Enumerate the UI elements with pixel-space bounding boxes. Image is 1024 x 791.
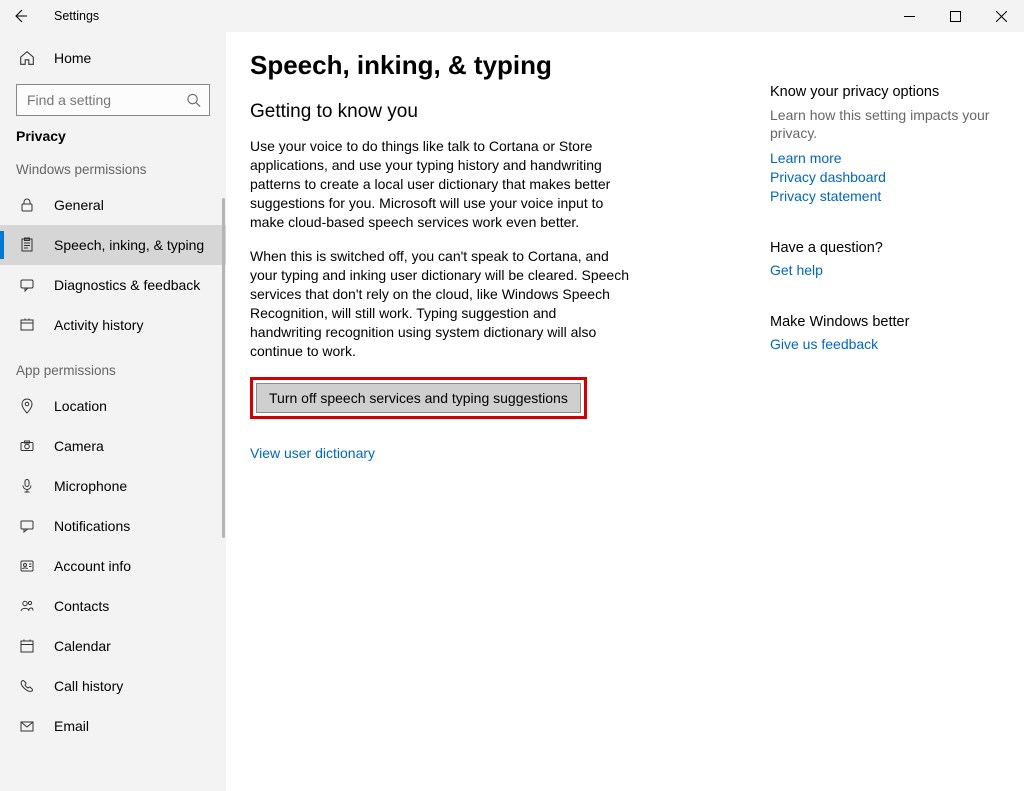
search-input[interactable]: [25, 91, 179, 109]
privacy-dashboard-link[interactable]: Privacy dashboard: [770, 169, 1000, 185]
sidebar-item-label: Diagnostics & feedback: [54, 277, 200, 293]
account-icon: [16, 558, 38, 574]
sidebar-item-label: General: [54, 197, 104, 213]
privacy-statement-link[interactable]: Privacy statement: [770, 188, 1000, 204]
sidebar-item-activity-history[interactable]: Activity history: [0, 305, 226, 345]
sidebar-item-email[interactable]: Email: [0, 706, 226, 746]
calendar-icon: [16, 638, 38, 654]
sidebar-item-speech-inking-typing[interactable]: Speech, inking, & typing: [0, 225, 226, 265]
back-button[interactable]: [4, 0, 36, 32]
aside-desc: Learn how this setting impacts your priv…: [770, 106, 1000, 142]
aside-privacy-options: Know your privacy options Learn how this…: [770, 84, 1000, 204]
sidebar-item-account-info[interactable]: Account info: [0, 546, 226, 586]
email-icon: [16, 718, 38, 734]
page-title: Speech, inking, & typing: [250, 50, 730, 81]
sidebar-item-label: Account info: [54, 558, 131, 574]
sidebar-item-label: Calendar: [54, 638, 111, 654]
close-button[interactable]: [978, 0, 1024, 32]
sidebar-item-label: Camera: [54, 438, 104, 454]
sidebar-item-camera[interactable]: Camera: [0, 426, 226, 466]
sidebar-home[interactable]: Home: [0, 38, 226, 78]
sidebar-item-label: Microphone: [54, 478, 127, 494]
sidebar-item-notifications[interactable]: Notifications: [0, 506, 226, 546]
close-icon: [996, 11, 1007, 22]
sidebar-item-contacts[interactable]: Contacts: [0, 586, 226, 626]
maximize-button[interactable]: [932, 0, 978, 32]
main-area: Speech, inking, & typing Getting to know…: [226, 32, 1024, 791]
sidebar-item-label: Notifications: [54, 518, 130, 534]
feedback-icon: [16, 277, 38, 293]
lock-icon: [16, 197, 38, 213]
sidebar-scrollbar[interactable]: [222, 198, 225, 538]
phone-icon: [16, 678, 38, 694]
sidebar-item-label: Speech, inking, & typing: [54, 237, 204, 253]
sidebar-home-label: Home: [54, 50, 91, 66]
microphone-icon: [16, 478, 38, 494]
search-box[interactable]: [16, 84, 210, 116]
sidebar-section-privacy: Privacy: [0, 128, 226, 144]
aside-column: Know your privacy options Learn how this…: [770, 50, 1000, 791]
window-title: Settings: [54, 9, 99, 23]
sidebar-item-call-history[interactable]: Call history: [0, 666, 226, 706]
sidebar-item-calendar[interactable]: Calendar: [0, 626, 226, 666]
sidebar-item-label: Contacts: [54, 598, 109, 614]
aside-feedback: Make Windows better Give us feedback: [770, 314, 1000, 352]
clipboard-icon: [16, 237, 38, 253]
group-windows-permissions: Windows permissions: [0, 162, 226, 177]
notifications-icon: [16, 518, 38, 534]
aside-question: Have a question? Get help: [770, 240, 1000, 278]
history-icon: [16, 317, 38, 333]
settings-window: Settings Home: [0, 0, 1024, 791]
camera-icon: [16, 438, 38, 454]
aside-title: Make Windows better: [770, 314, 1000, 330]
sidebar-item-label: Call history: [54, 678, 123, 694]
turn-off-speech-button[interactable]: Turn off speech services and typing sugg…: [256, 383, 581, 413]
maximize-icon: [950, 11, 961, 22]
home-icon: [16, 49, 38, 67]
sidebar-item-general[interactable]: General: [0, 185, 226, 225]
sidebar-item-diagnostics-feedback[interactable]: Diagnostics & feedback: [0, 265, 226, 305]
search-icon: [186, 93, 201, 108]
get-help-link[interactable]: Get help: [770, 262, 1000, 278]
minimize-icon: [904, 11, 915, 22]
section-subhead: Getting to know you: [250, 101, 730, 123]
location-icon: [16, 398, 38, 414]
titlebar: Settings: [0, 0, 1024, 32]
back-arrow-icon: [12, 8, 28, 24]
sidebar-item-location[interactable]: Location: [0, 386, 226, 426]
sidebar-item-microphone[interactable]: Microphone: [0, 466, 226, 506]
content-column: Speech, inking, & typing Getting to know…: [250, 50, 730, 791]
learn-more-link[interactable]: Learn more: [770, 150, 1000, 166]
highlighted-region: Turn off speech services and typing sugg…: [250, 377, 587, 419]
description-para-1: Use your voice to do things like talk to…: [250, 137, 630, 231]
sidebar: Home Privacy Windows permissions: [0, 32, 226, 791]
group-app-permissions: App permissions: [0, 363, 226, 378]
contacts-icon: [16, 598, 38, 614]
sidebar-item-label: Email: [54, 718, 89, 734]
aside-title: Know your privacy options: [770, 84, 1000, 100]
description-para-2: When this is switched off, you can't spe…: [250, 247, 630, 360]
sidebar-item-label: Location: [54, 398, 107, 414]
view-user-dictionary-link[interactable]: View user dictionary: [250, 445, 730, 461]
sidebar-item-label: Activity history: [54, 317, 143, 333]
aside-title: Have a question?: [770, 240, 1000, 256]
give-feedback-link[interactable]: Give us feedback: [770, 336, 1000, 352]
minimize-button[interactable]: [886, 0, 932, 32]
